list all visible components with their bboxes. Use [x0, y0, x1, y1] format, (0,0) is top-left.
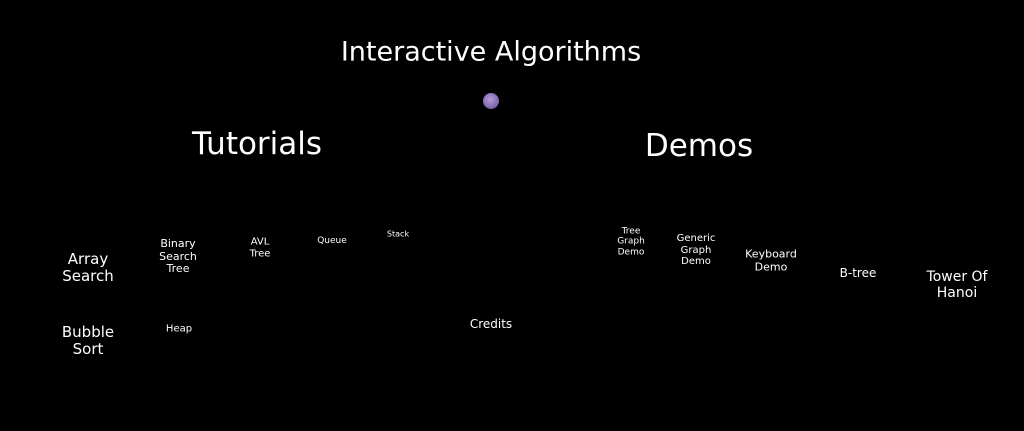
tutorial-queue[interactable]: Queue	[317, 236, 347, 246]
demo-b-tree[interactable]: B-tree	[840, 266, 877, 281]
tutorial-stack[interactable]: Stack	[387, 229, 409, 238]
tutorial-bubble-sort[interactable]: Bubble Sort	[62, 323, 114, 359]
tutorial-binary-search-tree[interactable]: Binary Search Tree	[159, 237, 197, 276]
demo-keyboard[interactable]: Keyboard Demo	[745, 247, 797, 273]
demo-tower-of-hanoi[interactable]: Tower Of Hanoi	[927, 269, 988, 301]
tutorials-heading: Tutorials	[191, 126, 323, 163]
credits-button[interactable]: Credits	[470, 317, 512, 332]
tutorial-avl-tree[interactable]: AVL Tree	[250, 237, 271, 260]
demo-tree-graph[interactable]: Tree Graph Demo	[617, 226, 645, 257]
pointer-orb-icon	[483, 93, 499, 109]
demos-heading: Demos	[644, 128, 754, 165]
tutorial-array-search[interactable]: Array Search	[62, 250, 114, 286]
app-title: Interactive Algorithms	[340, 36, 642, 68]
demo-generic-graph[interactable]: Generic Graph Demo	[677, 233, 716, 268]
tutorial-heap[interactable]: Heap	[166, 323, 192, 335]
